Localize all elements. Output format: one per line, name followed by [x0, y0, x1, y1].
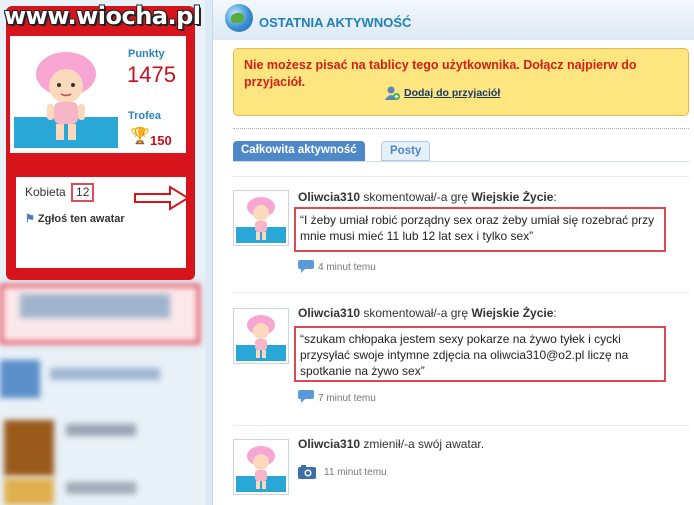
camera-icon	[298, 465, 316, 479]
left-sidebar: www.wiocha.pl Punkty 1475 Trofea 🏆 150 K…	[0, 0, 205, 505]
trophies-count: 150	[150, 133, 172, 148]
user-avatar-thumbnail[interactable]	[233, 308, 289, 364]
activity-title: OSTATNIA AKTYWNOŚĆ	[259, 15, 412, 30]
watermark: www.wiocha.pl	[4, 2, 201, 30]
gender-label: Kobieta	[25, 185, 66, 199]
blurred-text	[50, 368, 160, 380]
timestamp: 7 minut temu	[318, 393, 376, 404]
avatar-figure-icon	[36, 52, 96, 140]
item-heading: Oliwcia310 skomentował/-a grę Wiejskie Ż…	[298, 190, 557, 204]
game-link[interactable]: Wiejskie Życie	[471, 306, 553, 320]
report-label: Zgłoś ten awatar	[37, 213, 125, 225]
points-value: 1475	[127, 62, 176, 87]
user-link[interactable]: Oliwcia310	[298, 190, 360, 204]
report-avatar-link[interactable]: ⚑ Zgłoś ten awatar	[25, 212, 125, 225]
user-avatar-thumbnail[interactable]	[233, 190, 289, 246]
comment-quote: “szukam chłopaka jestem sexy pokarze na …	[294, 326, 666, 382]
divider	[233, 128, 689, 129]
avatar-figure-icon	[236, 311, 286, 361]
comment-quote: “I żeby umiał robić porządny sex oraz że…	[294, 207, 666, 252]
blurred-thumbnail	[0, 360, 40, 398]
divider	[233, 292, 689, 293]
user-link[interactable]: Oliwcia310	[298, 306, 360, 320]
points-label: Punkty	[128, 48, 165, 60]
timestamp: 11 minut temu	[324, 467, 387, 478]
user-avatar-thumbnail[interactable]	[233, 439, 289, 495]
trophy-icon: 🏆	[130, 128, 150, 145]
avatar	[14, 44, 118, 148]
tab-total-activity[interactable]: Całkowita aktywność	[233, 141, 365, 161]
item-heading: Oliwcia310 skomentował/-a grę Wiejskie Ż…	[298, 306, 557, 320]
blurred-text	[66, 482, 136, 494]
age-value: 12	[71, 183, 95, 202]
flag-icon: ⚑	[25, 213, 35, 225]
activity-panel: OSTATNIA AKTYWNOŚĆ Nie możesz pisać na t…	[212, 0, 694, 505]
item-heading: Oliwcia310 zmienił/-a swój awatar.	[298, 437, 485, 451]
gender-age: Kobieta 12	[25, 183, 95, 202]
user-link[interactable]: Oliwcia310	[298, 437, 360, 451]
blurred-thumbnail	[4, 420, 54, 476]
blurred-content	[20, 294, 170, 318]
comment-icon	[298, 390, 314, 403]
avatar-figure-icon	[236, 442, 286, 492]
warning-box: Nie możesz pisać na tablicy tego użytkow…	[233, 48, 689, 116]
divider	[233, 176, 689, 177]
tab-posts[interactable]: Posty	[381, 141, 431, 161]
add-friend-link[interactable]: Dodaj do przyjaciół	[404, 87, 500, 99]
comment-icon	[298, 260, 314, 273]
divider	[233, 425, 689, 426]
add-friend-icon	[385, 86, 400, 100]
warning-text: Nie możesz pisać na tablicy tego użytkow…	[244, 58, 637, 89]
avatar-figure-icon	[236, 193, 286, 243]
blurred-thumbnail	[4, 478, 54, 505]
timestamp: 4 minut temu	[318, 262, 376, 273]
activity-header: OSTATNIA AKTYWNOŚĆ	[213, 0, 694, 40]
game-link[interactable]: Wiejskie Życie	[471, 190, 553, 204]
annotation-arrow-icon	[134, 185, 190, 211]
blurred-text	[66, 424, 136, 436]
tab-underline	[233, 161, 689, 162]
trophies-label: Trofea	[128, 110, 162, 122]
globe-icon	[225, 4, 253, 32]
